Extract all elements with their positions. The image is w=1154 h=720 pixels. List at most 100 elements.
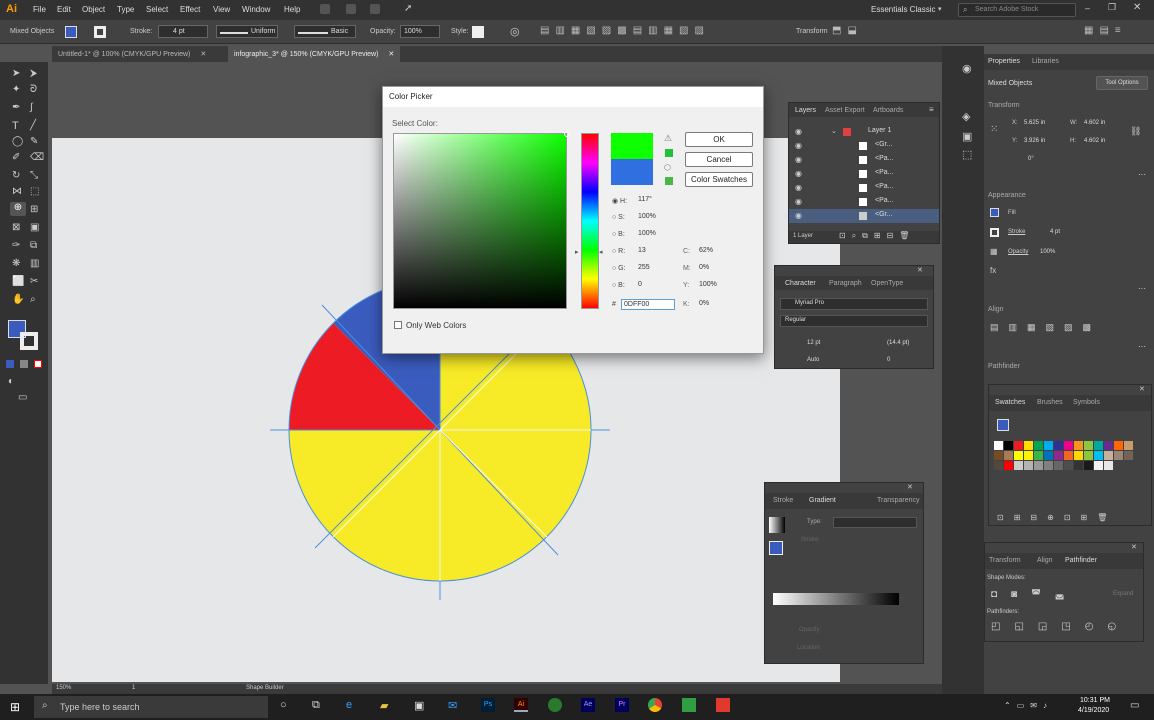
more-options-icon[interactable]: ⋯: [1138, 342, 1146, 351]
swatch[interactable]: [1064, 451, 1073, 460]
direct-selection-tool-icon[interactable]: ⮞: [30, 68, 37, 79]
paintbrush-tool-icon[interactable]: ✎: [30, 136, 38, 147]
w-value[interactable]: 4.602 in: [1084, 120, 1105, 126]
draw-mode-icon[interactable]: ◐: [8, 376, 14, 387]
swatch[interactable]: [1054, 441, 1063, 450]
recolor-artwork-icon[interactable]: ◎: [510, 25, 520, 38]
sublayer-row[interactable]: ◉ <Gr...: [789, 209, 939, 223]
swatch[interactable]: [1034, 461, 1043, 470]
tab-character[interactable]: Character: [785, 280, 816, 287]
zoom-tool-icon[interactable]: ⌕: [30, 294, 36, 305]
layer-actions-icons[interactable]: ⊡⌕⧉⊞⊟🗑: [839, 231, 915, 241]
stroke-label[interactable]: Stroke: [1008, 229, 1025, 235]
tab-layers[interactable]: Layers: [795, 107, 816, 114]
mesh-tool-icon[interactable]: ⊠: [12, 222, 20, 233]
properties-icon[interactable]: ◉: [962, 62, 972, 75]
swatch[interactable]: [1084, 451, 1093, 460]
task-view-icon[interactable]: ⧉: [312, 699, 320, 712]
chevron-down-icon[interactable]: ⌄: [831, 127, 837, 135]
hex-input[interactable]: 0DFF00: [621, 299, 675, 310]
hue-slider-right-arrow[interactable]: ◂: [599, 248, 603, 256]
notifications-icon[interactable]: ▭: [1130, 700, 1139, 711]
tab-untitled[interactable]: Untitled-1* @ 100% (CMYK/GPU Preview) ✕: [52, 46, 212, 62]
maximize-icon[interactable]: ❐: [1108, 2, 1116, 13]
r-value[interactable]: 13: [636, 246, 674, 257]
color-swatches-button[interactable]: Color Swatches: [685, 172, 753, 187]
gamut-swatch[interactable]: [665, 149, 673, 157]
swatch[interactable]: [1114, 451, 1123, 460]
edge-icon[interactable]: e: [346, 699, 352, 711]
perspective-grid-tool-icon[interactable]: ⊞: [30, 204, 38, 215]
close-icon[interactable]: ✕: [200, 51, 206, 58]
close-icon[interactable]: ✕: [388, 51, 394, 58]
column-graph-tool-icon[interactable]: ▥: [30, 258, 39, 269]
sublayer-row[interactable]: ◉ <Pa...: [789, 195, 939, 209]
swatch[interactable]: [1084, 461, 1093, 470]
stock-icon[interactable]: [346, 4, 356, 14]
swatch[interactable]: [1034, 451, 1043, 460]
swatch[interactable]: [1094, 441, 1103, 450]
panel-menu-icon[interactable]: ≡: [929, 105, 934, 114]
color-mode-icon[interactable]: [6, 360, 14, 368]
close-icon[interactable]: ✕: [917, 266, 923, 274]
s-value[interactable]: 100%: [636, 212, 674, 223]
tab-artboards[interactable]: Artboards: [873, 107, 903, 114]
close-icon[interactable]: ✕: [907, 483, 913, 491]
swatch[interactable]: [1014, 451, 1023, 460]
c-value[interactable]: 62%: [697, 246, 735, 257]
ellipse-tool-icon[interactable]: ◯: [12, 136, 23, 147]
tool-options-button[interactable]: Tool Options: [1096, 76, 1148, 90]
swatch[interactable]: [1044, 461, 1053, 470]
swatch[interactable]: [1024, 451, 1033, 460]
swatch[interactable]: [1094, 461, 1103, 470]
more-options-icon[interactable]: ⋯: [1138, 170, 1146, 179]
tab-symbols[interactable]: Symbols: [1073, 399, 1100, 406]
more-options-icon[interactable]: ⋯: [1138, 284, 1146, 293]
lasso-tool-icon[interactable]: ᘐ: [30, 84, 37, 95]
sublayer-row[interactable]: ◉ <Pa...: [789, 181, 939, 195]
tab-align[interactable]: Align: [1037, 557, 1053, 564]
swatch[interactable]: [1074, 461, 1083, 470]
swatch[interactable]: [1044, 451, 1053, 460]
free-transform-tool-icon[interactable]: ⬚: [30, 186, 39, 197]
leading-value[interactable]: (14.4 pt): [887, 340, 909, 346]
sublayer-row[interactable]: ◉ <Gr...: [789, 139, 939, 153]
chrome-icon[interactable]: [648, 698, 662, 712]
eye-icon[interactable]: ◉: [795, 155, 802, 164]
blend-tool-icon[interactable]: ⧉: [30, 240, 37, 251]
eraser-tool-icon[interactable]: ⌫: [30, 152, 44, 163]
gradient-thumbnail[interactable]: [769, 517, 785, 533]
swatch[interactable]: [1074, 451, 1083, 460]
swatch[interactable]: [1004, 461, 1013, 470]
swatch[interactable]: [1124, 451, 1133, 460]
original-color-preview[interactable]: [611, 159, 653, 185]
eye-icon[interactable]: ◉: [795, 141, 802, 150]
fx-icon[interactable]: fx: [990, 266, 996, 275]
taskbar-search[interactable]: ⌕ Type here to search: [34, 696, 268, 718]
font-family-select[interactable]: Myriad Pro: [780, 298, 928, 310]
layer-row[interactable]: ◉ ⌄ Layer 1: [789, 125, 939, 139]
fill-color-icon[interactable]: [997, 419, 1009, 431]
mail-icon[interactable]: ✉: [448, 699, 457, 712]
app-icon-red[interactable]: [716, 698, 730, 712]
artboard-tool-icon[interactable]: ⬜: [12, 276, 24, 287]
transform-link[interactable]: Transform: [796, 28, 828, 35]
tab-transparency[interactable]: Transparency: [877, 497, 920, 504]
minimize-icon[interactable]: –: [1085, 3, 1090, 13]
swatch[interactable]: [1024, 441, 1033, 450]
tracking-value[interactable]: 0: [887, 357, 890, 363]
type-tool-icon[interactable]: T: [12, 120, 19, 132]
tab-swatches[interactable]: Swatches: [995, 399, 1025, 406]
bridge-icon[interactable]: [320, 4, 330, 14]
hand-tool-icon[interactable]: ✋: [12, 294, 24, 305]
tab-transform[interactable]: Transform: [989, 557, 1021, 564]
menu-effect[interactable]: Effect: [180, 5, 200, 14]
y-value[interactable]: 3.926 in: [1024, 138, 1045, 144]
gradient-type-select[interactable]: [833, 517, 917, 528]
gradient-tool-icon[interactable]: ▣: [30, 222, 39, 233]
swatch[interactable]: [994, 461, 1003, 470]
font-size-value[interactable]: 12 pt: [807, 340, 820, 346]
magic-wand-tool-icon[interactable]: ✦: [12, 84, 20, 95]
opacity-label[interactable]: Opacity: [1008, 249, 1028, 255]
stroke-weight-field[interactable]: 4 pt: [158, 25, 208, 38]
